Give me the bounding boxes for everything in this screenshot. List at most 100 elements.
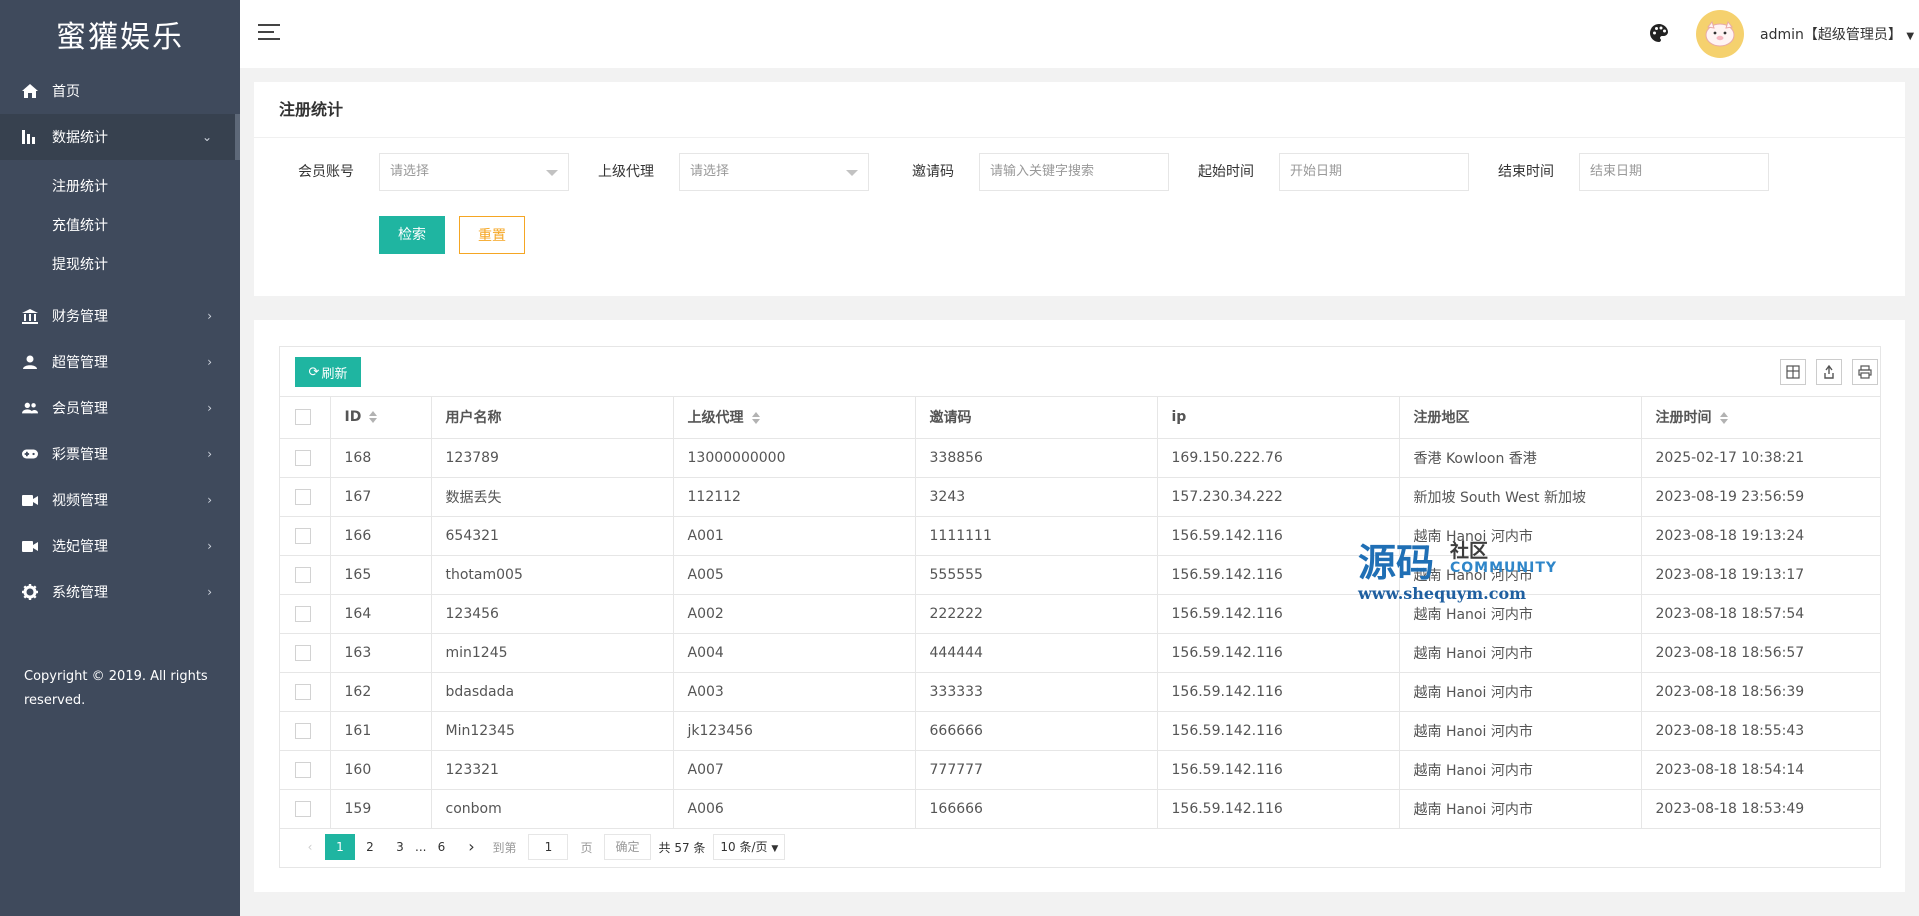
table-cell: 越南 Hanoi 河内市: [1399, 555, 1642, 595]
sort-icon[interactable]: [1719, 412, 1728, 425]
sort-icon[interactable]: [369, 411, 378, 424]
sidebar-item-label: 数据统计: [52, 130, 108, 146]
select-all-checkbox[interactable]: [295, 409, 311, 426]
sidebar-item-home[interactable]: 首页: [0, 68, 240, 114]
bank-icon: [22, 308, 38, 324]
input-placeholder: 开始日期: [1290, 164, 1343, 179]
table-cell: 166666: [915, 789, 1158, 829]
row-checkbox[interactable]: [295, 761, 311, 778]
sort-icon[interactable]: [751, 412, 760, 425]
sidebar-subitem-withdraw-stats[interactable]: 提现统计: [0, 244, 240, 283]
row-checkbox-cell: [280, 477, 331, 517]
page-button-2[interactable]: 2: [355, 834, 385, 860]
page-button-1[interactable]: 1: [325, 834, 355, 860]
reset-button[interactable]: 重置: [459, 216, 525, 254]
row-checkbox[interactable]: [295, 605, 311, 622]
table-cell: 156.59.142.116: [1157, 789, 1400, 829]
chevron-right-icon: ›: [207, 585, 212, 599]
table-cell: 3243: [915, 477, 1158, 517]
member-account-select[interactable]: 请选择: [379, 153, 569, 191]
table-cell: 156.59.142.116: [1157, 516, 1400, 556]
prev-page-icon[interactable]: ‹: [295, 834, 325, 860]
row-checkbox[interactable]: [295, 488, 311, 505]
row-checkbox-cell: [280, 594, 331, 634]
page-button-3[interactable]: 3: [385, 834, 415, 860]
row-checkbox[interactable]: [295, 800, 311, 817]
table-row[interactable]: 164 123456 A002 222222 156.59.142.116 越南 Hano…: [280, 594, 1880, 634]
column-header-id[interactable]: ID: [330, 397, 432, 439]
table-cell: A005: [673, 555, 916, 595]
goto-page-input[interactable]: 1: [528, 834, 569, 860]
field-label-member-account: 会员账号: [298, 164, 354, 180]
table-row[interactable]: 165 thotam005 A005 555555 156.59.142.116 越南 H…: [280, 555, 1880, 595]
sidebar-item-data-stats[interactable]: 数据统计 ⌄: [0, 114, 240, 160]
table-row[interactable]: 162 bdasdada A003 333333 156.59.142.116 越南 Ha…: [280, 672, 1880, 712]
table-cell: 越南 Hanoi 河内市: [1399, 711, 1642, 751]
table-cell: 157.230.34.222: [1157, 477, 1400, 517]
row-checkbox[interactable]: [295, 644, 311, 661]
sidebar-item-finance[interactable]: 财务管理 ›: [0, 293, 240, 339]
export-icon[interactable]: [1816, 359, 1842, 385]
end-date-input[interactable]: 结束日期: [1579, 153, 1769, 191]
next-page-icon[interactable]: ›: [456, 834, 486, 860]
table-row[interactable]: 163 min1245 A004 444444 156.59.142.116 越南 Han…: [280, 633, 1880, 673]
table-cell: A003: [673, 672, 916, 712]
row-checkbox[interactable]: [295, 722, 311, 739]
table-row[interactable]: 161 Min12345 jk123456 666666 156.59.142.116 越…: [280, 711, 1880, 751]
column-label: 注册时间: [1655, 410, 1712, 427]
table-row[interactable]: 166 654321 A001 1111111 156.59.142.116 越南 Han…: [280, 516, 1880, 556]
sidebar-item-lottery[interactable]: 彩票管理 ›: [0, 431, 240, 477]
palette-icon[interactable]: [1650, 24, 1670, 44]
row-checkbox[interactable]: [295, 566, 311, 583]
table-cell: 越南 Hanoi 河内市: [1399, 633, 1642, 673]
caret-down-icon: ▼: [771, 844, 779, 854]
row-checkbox-cell: [280, 750, 331, 790]
sidebar-item-super-admin[interactable]: 超管管理 ›: [0, 339, 240, 385]
invite-code-input[interactable]: 请输入关键字搜索: [979, 153, 1169, 191]
sidebar-subitem-recharge-stats[interactable]: 充值统计: [0, 205, 240, 244]
table-row[interactable]: 167 数据丢失 112112 3243 157.230.34.222 新加坡 South…: [280, 477, 1880, 517]
sidebar-item-concubine[interactable]: 选妃管理 ›: [0, 523, 240, 569]
search-button[interactable]: 检索: [379, 216, 445, 254]
table-cell: 112112: [673, 477, 916, 517]
print-icon[interactable]: [1852, 359, 1878, 385]
page-button-6[interactable]: 6: [426, 834, 456, 860]
refresh-button[interactable]: ⟳ 刷新: [295, 357, 361, 387]
table-row[interactable]: 159 conbom A006 166666 156.59.142.116 越南 Hano…: [280, 789, 1880, 829]
row-checkbox[interactable]: [295, 449, 311, 466]
sidebar-item-members[interactable]: 会员管理 ›: [0, 385, 240, 431]
table-cell: 2023-08-18 19:13:17: [1641, 555, 1880, 595]
sidebar-item-video[interactable]: 视频管理 ›: [0, 477, 240, 523]
table-cell: min1245: [431, 633, 674, 673]
columns-filter-icon[interactable]: [1780, 359, 1806, 385]
column-label: 上级代理: [687, 410, 744, 427]
input-placeholder: 结束日期: [1590, 164, 1643, 179]
video-camera-icon: [22, 538, 38, 554]
row-checkbox-cell: [280, 555, 331, 595]
table-cell: 156.59.142.116: [1157, 555, 1400, 595]
table-cell: conbom: [431, 789, 674, 829]
row-checkbox[interactable]: [295, 527, 311, 544]
table-cell: 169.150.222.76: [1157, 438, 1400, 478]
parent-agent-select[interactable]: 请选择: [679, 153, 869, 191]
start-date-input[interactable]: 开始日期: [1279, 153, 1469, 191]
confirm-button[interactable]: 确定: [604, 834, 651, 860]
sidebar-item-label: 彩票管理: [52, 447, 108, 463]
column-header-parent-agent[interactable]: 上级代理: [673, 397, 916, 439]
table-cell: 越南 Hanoi 河内市: [1399, 672, 1642, 712]
sidebar-subitem-register-stats[interactable]: 注册统计: [0, 166, 240, 205]
caret-down-icon: [546, 170, 558, 176]
user-menu[interactable]: admin【超级管理员】 ▼: [1760, 24, 1914, 44]
table-cell: 555555: [915, 555, 1158, 595]
sidebar-item-system[interactable]: 系统管理 ›: [0, 569, 240, 615]
page-size-select[interactable]: 10 条/页 ▼: [713, 834, 786, 860]
chevron-right-icon: ›: [207, 401, 212, 415]
avatar[interactable]: [1696, 10, 1744, 58]
table-row[interactable]: 160 123321 A007 777777 156.59.142.116 越南 Hano…: [280, 750, 1880, 790]
column-header-register-time[interactable]: 注册时间: [1641, 397, 1880, 439]
table-cell: Min12345: [431, 711, 674, 751]
table-row[interactable]: 168 123789 13000000000 338856 169.150.222.76…: [280, 438, 1880, 478]
menu-toggle-icon[interactable]: [258, 24, 280, 42]
table-cell: 156.59.142.116: [1157, 711, 1400, 751]
row-checkbox[interactable]: [295, 683, 311, 700]
